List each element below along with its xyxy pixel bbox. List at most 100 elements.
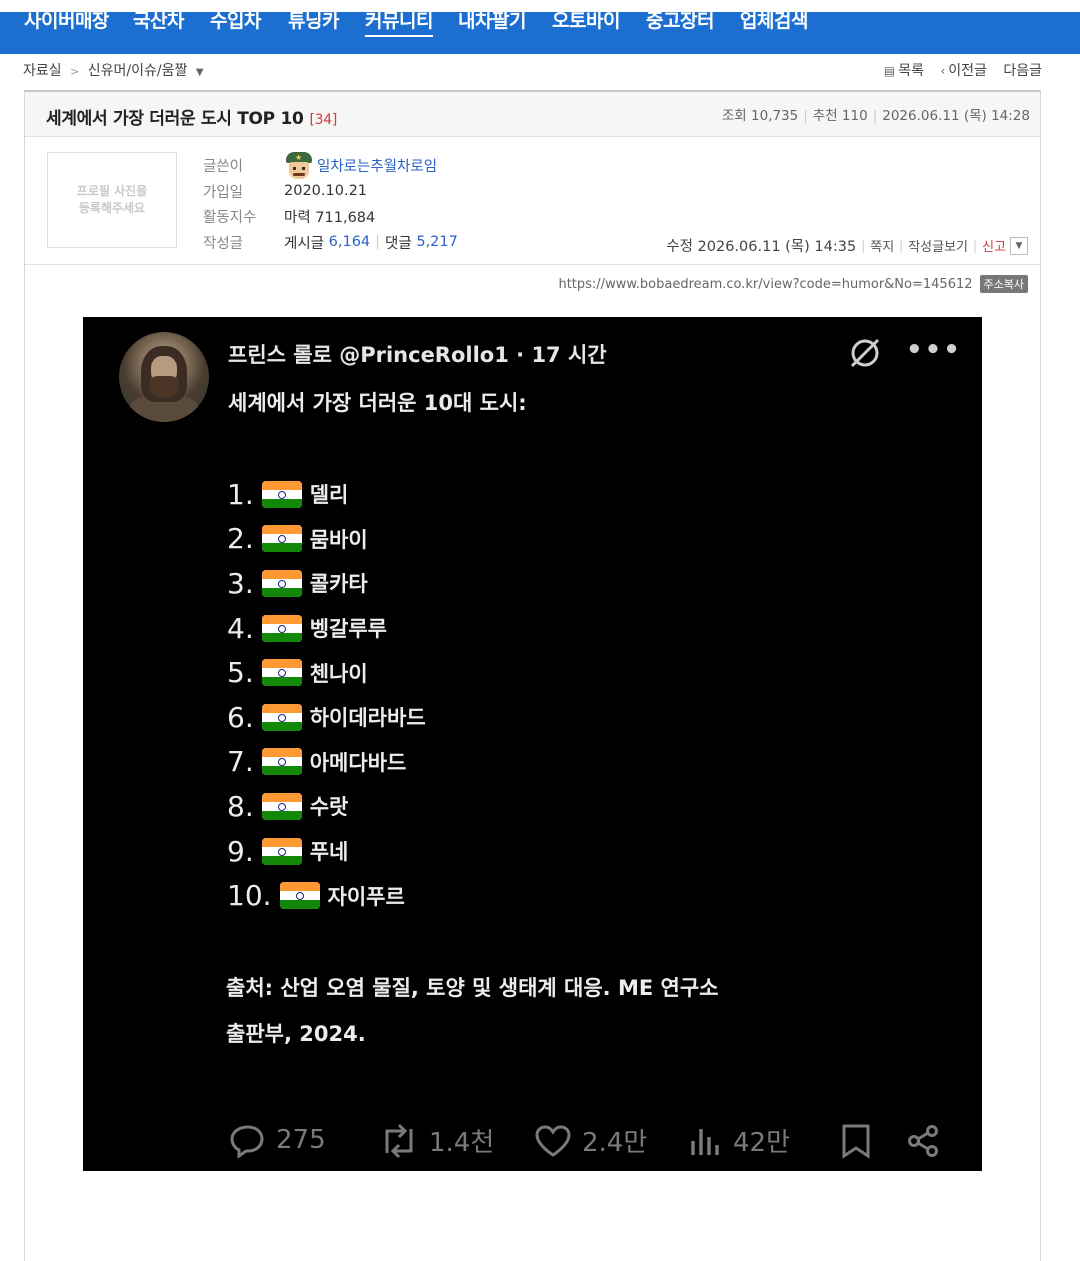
view-posts-button[interactable]: 작성글보기 <box>908 236 968 255</box>
author-info: 글쓴이 ★ 일차로는추월차로임 가입일 2020.10.21 활동지수 마력 7… <box>203 151 458 252</box>
comments-count[interactable]: 5,217 <box>416 234 458 250</box>
comment-count[interactable]: [34] <box>310 112 338 128</box>
copy-url-button[interactable]: 주소복사 <box>979 275 1028 293</box>
post-date: 2026.06.11 (목) 14:28 <box>882 108 1030 124</box>
nav-item-community[interactable]: 커뮤니티 <box>365 6 433 37</box>
nav-item-cyber-store[interactable]: 사이버매장 <box>24 6 109 33</box>
city-rank: 10. <box>227 879 272 913</box>
repost-count: 1.4천 <box>429 1128 495 1158</box>
post-title-bar: 세계에서 가장 더러운 도시 TOP 10 [34] 조회 10,735 | 추천 1… <box>25 92 1040 137</box>
author-nickname[interactable]: 일차로는추월차로임 <box>317 155 437 176</box>
city-name: 뭄바이 <box>309 527 368 552</box>
city-name: 첸나이 <box>309 661 368 686</box>
nav-item-motorcycle[interactable]: 오토바이 <box>552 6 620 33</box>
list-button[interactable]: 목록 <box>898 63 924 79</box>
breadcrumb-current[interactable]: 신유머/이슈/움짤 <box>88 63 188 79</box>
repost-icon <box>385 1123 413 1158</box>
post-title: 세계에서 가장 더러운 도시 TOP 10 [34] <box>46 104 337 129</box>
heart-icon <box>535 1124 571 1157</box>
post-title-text: 세계에서 가장 더러운 도시 TOP 10 <box>46 109 304 129</box>
india-flag-icon <box>261 792 302 820</box>
nav-item-import-car[interactable]: 수입차 <box>210 6 261 33</box>
profile-placeholder: 프로필 사진을 등록해주세요 <box>47 152 177 248</box>
city-list-item: 8. 수랏 <box>227 784 426 829</box>
share-icon <box>908 1125 938 1157</box>
tweet-views: 42만 <box>687 1122 790 1159</box>
activity-value: 마력 711,684 <box>284 210 376 227</box>
writer-label: 글쓴이 <box>203 159 244 176</box>
city-name: 콜카타 <box>309 572 368 597</box>
tweet-image: 프린스 롤로 @PrinceRollo1 · 17 시간 ••• 세계에서 가장… <box>83 317 982 1171</box>
city-list-item: 10. 자이푸르 <box>227 873 426 918</box>
profile-placeholder-line1: 프로필 사진을 <box>76 184 148 198</box>
prev-post-button[interactable]: 이전글 <box>948 63 987 79</box>
tweet-action-bar: 275 1.4천 2.4만 42만 <box>83 1117 982 1167</box>
grok-icon <box>850 338 880 368</box>
india-flag-icon <box>279 882 320 910</box>
tweet-heading: 세계에서 가장 더러운 10대 도시: <box>228 391 527 415</box>
message-button[interactable]: 쪽지 <box>870 236 894 255</box>
view-count-tweet: 42만 <box>733 1128 791 1158</box>
india-flag-icon <box>261 837 302 865</box>
breadcrumb-separator: > <box>70 65 80 78</box>
list-icon: ▤ <box>883 64 896 78</box>
city-rank: 4. <box>227 611 254 645</box>
city-name: 하이데라바드 <box>309 706 426 731</box>
city-rank: 6. <box>227 700 254 734</box>
tweet-replies: 275 <box>230 1122 326 1158</box>
tweet-likes: 2.4만 <box>534 1122 647 1159</box>
tweet-source-line2: 출판부, 2024. <box>226 1022 366 1046</box>
reply-icon <box>230 1125 264 1158</box>
posts-count[interactable]: 6,164 <box>329 234 371 250</box>
india-flag-icon <box>261 659 302 687</box>
modified-date: 수정 2026.06.11 (목) 14:35 <box>666 239 857 255</box>
city-list-item: 9. 푸네 <box>227 829 426 874</box>
nav-item-used-market[interactable]: 중고장터 <box>646 6 714 33</box>
soldier-level-icon: ★ <box>284 151 314 180</box>
city-rank: 3. <box>227 566 254 600</box>
city-list-item: 1. 델리 <box>227 472 426 517</box>
city-name: 자이푸르 <box>327 884 405 909</box>
nav-item-business-search[interactable]: 업체검색 <box>740 6 808 33</box>
nav-item-domestic-car[interactable]: 국산차 <box>133 6 184 33</box>
city-list: 1. 델리 2. 뭄바이 3. 콜카타 4. 벵갈루루 5. 첸나이 6. 하이데라바드 7. 아메다바드… <box>227 472 426 918</box>
post-url-row: https://www.bobaedream.co.kr/view?code=h… <box>558 275 1028 293</box>
post-actions: 수정 2026.06.11 (목) 14:35 | 쪽지 | 작성글보기 | 신… <box>666 235 1028 256</box>
next-post-button[interactable]: 다음글 <box>1003 63 1042 79</box>
report-button[interactable]: 신고 <box>982 236 1006 255</box>
city-rank: 5. <box>227 656 254 690</box>
tweet-time: · 17 시간 <box>516 343 607 367</box>
post-stats: 조회 10,735 | 추천 110 | 2026.06.11 (목) 14:28 <box>721 108 1030 124</box>
nav-item-tuning-car[interactable]: 튜닝카 <box>288 6 339 33</box>
reply-count: 275 <box>276 1125 326 1155</box>
city-list-item: 3. 콜카타 <box>227 561 426 606</box>
more-options-icon: ••• <box>906 335 962 365</box>
chevron-left-icon: ‹ <box>940 64 946 78</box>
dropdown-arrow-icon[interactable]: ▼ <box>1010 236 1028 255</box>
breadcrumb: 자료실 > 신유머/이슈/움짤 ▼ <box>23 60 204 80</box>
activity-label: 활동지수 <box>203 210 257 227</box>
city-list-item: 2. 뭄바이 <box>227 517 426 562</box>
city-list-item: 6. 하이데라바드 <box>227 695 426 740</box>
caret-down-icon[interactable]: ▼ <box>196 67 204 78</box>
city-name: 푸네 <box>309 840 349 865</box>
india-flag-icon <box>261 525 302 553</box>
india-flag-icon <box>261 748 302 776</box>
city-rank: 8. <box>227 789 254 823</box>
india-flag-icon <box>261 480 302 508</box>
top-nav: 사이버매장 국산차 수입차 튜닝카 커뮤니티 내차팔기 오토바이 중고장터 업체… <box>0 0 1080 54</box>
city-list-item: 4. 벵갈루루 <box>227 606 426 651</box>
india-flag-icon <box>261 614 302 642</box>
tweet-reposts: 1.4천 <box>379 1122 494 1159</box>
posts-label: 작성글 <box>203 235 244 252</box>
bookmark-icon <box>842 1124 870 1159</box>
joined-date: 2020.10.21 <box>284 183 368 200</box>
nav-item-sell-car[interactable]: 내차팔기 <box>458 6 526 33</box>
post-url: https://www.bobaedream.co.kr/view?code=h… <box>558 276 973 292</box>
city-name: 아메다바드 <box>309 750 407 775</box>
breadcrumb-root[interactable]: 자료실 <box>23 63 62 79</box>
city-name: 벵갈루루 <box>309 617 387 642</box>
city-rank: 7. <box>227 745 254 779</box>
tweet-source-line1: 출처: 산업 오염 물질, 토양 및 생태계 대응. ME 연구소 <box>226 976 719 1000</box>
tweet-author-line: 프린스 롤로 @PrinceRollo1 · 17 시간 <box>228 339 607 369</box>
